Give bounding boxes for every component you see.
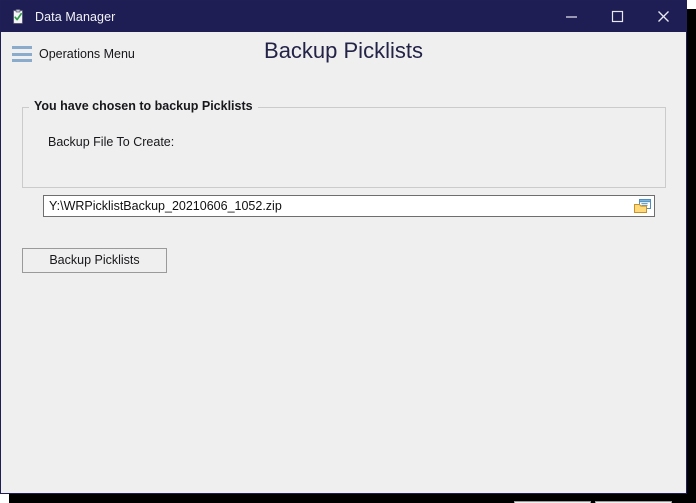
backup-file-label: Backup File To Create: (48, 135, 175, 149)
backup-file-input[interactable] (44, 196, 654, 216)
header-row: Operations Menu Backup Picklists (1, 32, 686, 74)
window-drop-shadow-bottom (9, 494, 696, 503)
browse-file-button[interactable] (632, 197, 652, 215)
application-window: Data Manager Operations Menu Backup Pick… (0, 0, 687, 503)
window-body: You have chosen to backup Picklists Back… (1, 74, 686, 503)
title-bar: Data Manager (1, 1, 686, 32)
folder-browse-icon (633, 198, 651, 213)
minimize-icon (565, 16, 577, 18)
backup-picklists-button[interactable]: Backup Picklists (22, 248, 167, 273)
close-icon (657, 11, 669, 22)
window-drop-shadow-right (687, 9, 696, 503)
backup-file-input-wrap[interactable] (43, 195, 655, 217)
maximize-icon (611, 10, 623, 23)
close-button[interactable] (640, 1, 686, 32)
clipboard-check-icon (10, 8, 26, 25)
maximize-button[interactable] (594, 1, 640, 32)
app-root: Data Manager Operations Menu Backup Pick… (0, 0, 696, 503)
page-title: Backup Picklists (264, 38, 423, 63)
window-title: Data Manager (35, 9, 116, 24)
backup-groupbox-title: You have chosen to backup Picklists (29, 99, 258, 113)
minimize-button[interactable] (548, 1, 594, 32)
